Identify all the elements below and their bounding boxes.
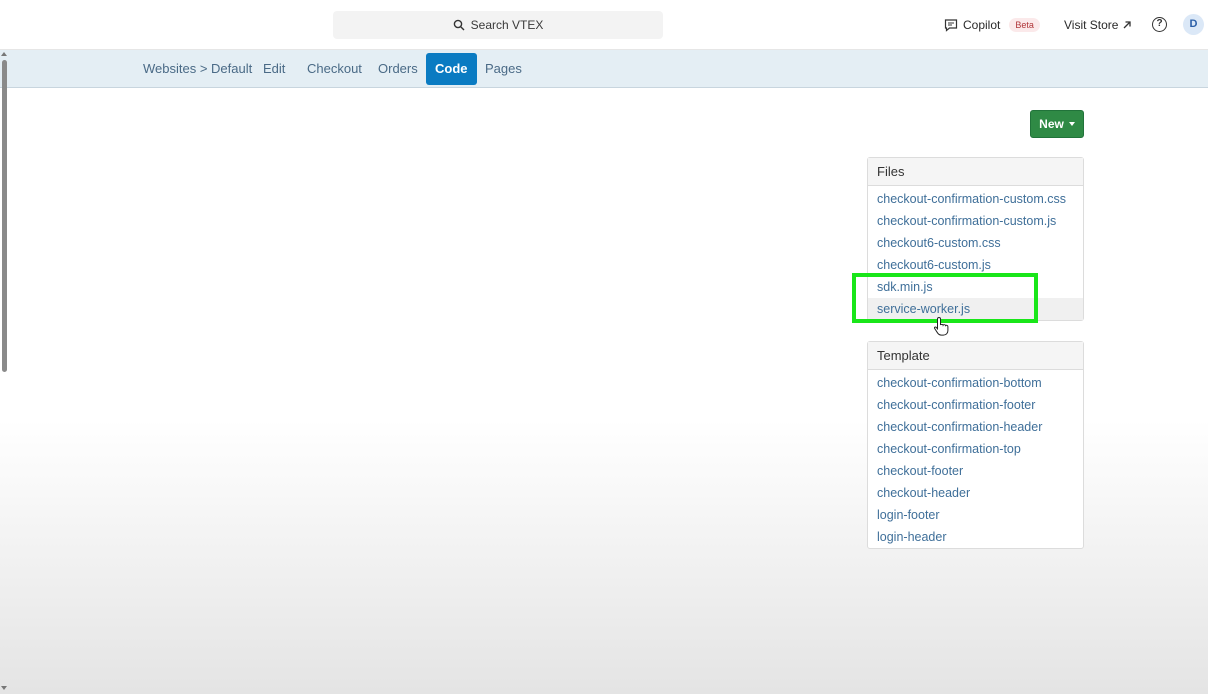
template-panel-title: Template: [868, 342, 1083, 370]
avatar[interactable]: D: [1183, 14, 1204, 35]
search-label: Search VTEX: [470, 18, 544, 32]
help-icon[interactable]: ?: [1152, 17, 1167, 32]
template-item[interactable]: checkout-footer: [868, 460, 1083, 482]
template-item[interactable]: checkout-confirmation-header: [868, 416, 1083, 438]
new-button[interactable]: New: [1030, 110, 1084, 138]
search-bar[interactable]: Search VTEX: [333, 11, 663, 39]
external-link-icon: [1124, 21, 1132, 29]
scroll-down-arrow[interactable]: [1, 686, 7, 690]
template-panel: Template checkout-confirmation-bottom ch…: [867, 341, 1084, 549]
scrollbar-thumb[interactable]: [2, 60, 7, 372]
top-bar: Search VTEX Copilot Beta Visit Store ? D: [0, 0, 1208, 50]
tab-pages[interactable]: Pages: [476, 53, 531, 85]
file-item[interactable]: checkout6-custom.css: [868, 232, 1083, 254]
nav-bar: Websites > Default Edit Checkout Orders …: [0, 50, 1208, 88]
caret-down-icon: [1068, 122, 1075, 126]
template-item[interactable]: checkout-header: [868, 482, 1083, 504]
file-item[interactable]: checkout-confirmation-custom.css: [868, 188, 1083, 210]
template-item[interactable]: checkout-confirmation-footer: [868, 394, 1083, 416]
scroll-up-arrow[interactable]: [1, 52, 7, 56]
tab-checkout[interactable]: Checkout: [298, 53, 371, 85]
template-item[interactable]: checkout-confirmation-top: [868, 438, 1083, 460]
visit-store-label: Visit Store: [1064, 18, 1119, 32]
beta-badge: Beta: [1009, 18, 1040, 32]
template-item[interactable]: login-footer: [868, 504, 1083, 526]
copilot-button[interactable]: Copilot Beta: [944, 15, 1040, 35]
visit-store-link[interactable]: Visit Store: [1064, 15, 1132, 35]
breadcrumb-websites-default[interactable]: Websites > Default: [134, 53, 261, 85]
tab-orders[interactable]: Orders: [369, 53, 427, 85]
copilot-icon: [944, 19, 958, 32]
tab-code[interactable]: Code: [426, 53, 477, 85]
copilot-label: Copilot: [963, 18, 1001, 32]
tab-edit[interactable]: Edit: [254, 53, 294, 85]
search-icon: [453, 19, 465, 31]
file-item[interactable]: checkout-confirmation-custom.js: [868, 210, 1083, 232]
files-panel-title: Files: [868, 158, 1083, 186]
template-item[interactable]: checkout-confirmation-bottom: [868, 372, 1083, 394]
new-button-label: New: [1039, 117, 1064, 131]
hand-cursor-icon: [934, 316, 949, 336]
template-item[interactable]: login-header: [868, 526, 1083, 548]
